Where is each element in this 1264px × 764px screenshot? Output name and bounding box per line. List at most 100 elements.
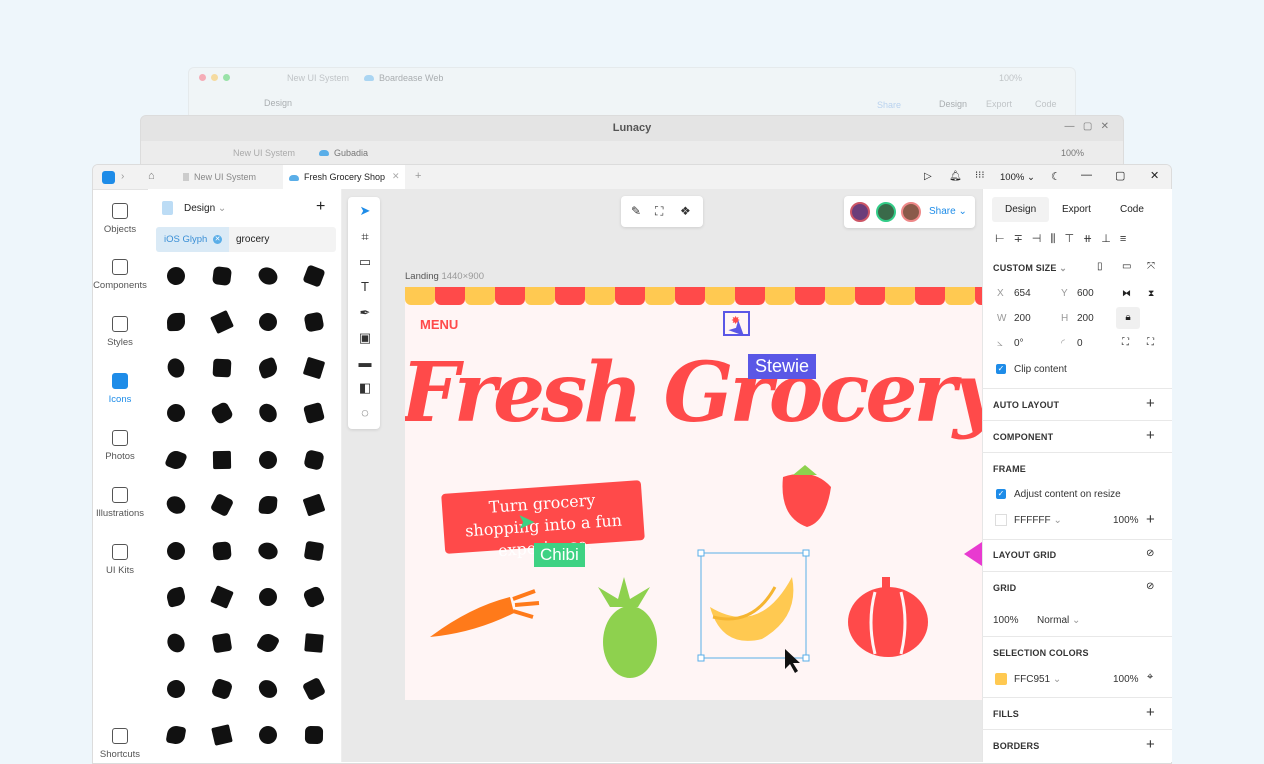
avatar[interactable] xyxy=(901,202,921,222)
target-icon[interactable]: ⌖ xyxy=(1147,671,1153,684)
rectangle-tool-icon[interactable]: ▭ xyxy=(357,254,373,270)
bug-icon[interactable] xyxy=(304,633,324,653)
sidebar-item-objects[interactable]: Objects xyxy=(92,203,148,235)
height-input[interactable]: 200 xyxy=(1077,313,1094,324)
grid-opacity[interactable]: 100% xyxy=(993,615,1019,626)
component-icon[interactable]: ❖ xyxy=(680,204,691,218)
maximize-button[interactable]: ▢ xyxy=(1115,169,1125,182)
zoom-select[interactable]: 100% ⌄ xyxy=(1000,172,1035,183)
components-tool-icon[interactable]: ◧ xyxy=(357,380,373,396)
radius-input[interactable]: 0 xyxy=(1077,338,1083,349)
image-tool-icon[interactable]: ▣ xyxy=(357,330,373,346)
frame-tool-icon[interactable]: ⌗ xyxy=(357,229,373,245)
add-auto-layout-button[interactable]: + xyxy=(1146,396,1155,411)
frame-label[interactable]: Landing 1440×900 xyxy=(405,271,484,282)
share-button[interactable]: Share ⌄ xyxy=(929,206,967,217)
align-toolbar[interactable]: ⊢∓⊣⫼⊤⧺⊥≡ xyxy=(995,232,1135,246)
pencil-icon[interactable]: ✎ xyxy=(631,204,641,218)
expand-icon[interactable]: ⛶ xyxy=(1122,337,1129,348)
pen-tool-icon[interactable]: ✒ xyxy=(357,305,373,321)
lock-ratio-icon[interactable]: 🔒︎ xyxy=(1116,307,1140,329)
icon-search-input[interactable]: iOS Glyph ✕ grocery xyxy=(156,227,336,252)
zoom-select[interactable]: 100% xyxy=(1061,148,1084,158)
rotation-input[interactable]: 0° xyxy=(1014,338,1024,349)
close-tab-icon[interactable]: ✕ xyxy=(392,171,400,182)
select-tool-icon[interactable]: ➤ xyxy=(357,203,373,219)
flip-horizontal-icon[interactable]: ⧓ xyxy=(1122,288,1131,299)
moon-icon[interactable]: ☾ xyxy=(1051,170,1061,183)
add-border-button[interactable]: + xyxy=(1146,737,1155,752)
frame-opacity[interactable]: 100% xyxy=(1113,515,1139,526)
text-tool-icon[interactable]: T xyxy=(357,279,373,295)
app-logo[interactable] xyxy=(102,171,115,184)
landscape-icon[interactable]: ▭ xyxy=(1122,261,1131,272)
cake-icon[interactable] xyxy=(211,632,233,654)
filter-chip[interactable]: iOS Glyph ✕ xyxy=(156,227,229,252)
selection-color-swatch[interactable] xyxy=(995,673,1007,685)
window-controls[interactable]: — ▢ ✕ xyxy=(1065,121,1110,132)
minimize-button[interactable]: — xyxy=(1081,169,1092,181)
bell-icon[interactable]: 🔔︎ xyxy=(949,171,962,182)
remove-filter-icon[interactable]: ✕ xyxy=(213,235,222,244)
zoom-select[interactable]: 100% xyxy=(999,73,1022,83)
cucumber-icon[interactable] xyxy=(303,540,325,562)
selection-color-opacity[interactable]: 100% xyxy=(1113,674,1139,685)
add-component-button[interactable]: + xyxy=(1146,428,1155,443)
fit-icon[interactable]: ⤧ xyxy=(1147,261,1155,272)
tab-export[interactable]: Export xyxy=(1062,204,1091,215)
sidebar-item-shortcuts[interactable]: Shortcuts xyxy=(92,728,148,760)
add-page-button[interactable]: + xyxy=(316,198,325,216)
portrait-icon[interactable]: ▯ xyxy=(1097,261,1103,272)
frame-fill-swatch[interactable] xyxy=(995,514,1007,526)
tab[interactable]: New UI System xyxy=(287,73,349,83)
star-anise-icon[interactable] xyxy=(259,588,277,606)
apps-grid-icon[interactable]: ⁝⁝⁝ xyxy=(975,170,985,181)
close-window-button[interactable]: ✕ xyxy=(1150,169,1159,182)
sidebar-item-photos[interactable]: Photos xyxy=(92,430,148,462)
corners-icon[interactable]: ⛶ xyxy=(1147,337,1154,348)
share-button[interactable]: Share xyxy=(877,100,901,110)
tab[interactable]: New UI System xyxy=(233,148,295,158)
selection-color-select[interactable]: FFC951 ⌄ xyxy=(1014,674,1061,685)
sidebar-item-styles[interactable]: Styles xyxy=(92,316,148,348)
input-tool-icon[interactable]: ▬ xyxy=(357,355,373,371)
tab[interactable]: Gubadia xyxy=(319,148,368,158)
tab-code[interactable]: Code xyxy=(1120,204,1144,215)
sidebar-item-icons[interactable]: Icons xyxy=(92,373,148,405)
cooking-pot-icon[interactable] xyxy=(212,358,232,378)
page-select[interactable]: Design xyxy=(264,98,292,108)
frame-fill-select[interactable]: FFFFFF ⌄ xyxy=(1014,515,1062,526)
crop-frame-icon[interactable]: ⛶ xyxy=(655,204,663,219)
eye-hidden-icon[interactable]: ⊘ xyxy=(1146,548,1154,559)
page-select[interactable]: Design ⌄ xyxy=(184,203,226,214)
avatar[interactable] xyxy=(876,202,896,222)
tab-design[interactable]: Design xyxy=(1005,204,1036,215)
flip-vertical-icon[interactable]: ⧗ xyxy=(1148,288,1154,299)
play-icon[interactable]: ▷ xyxy=(924,171,932,182)
add-frame-fill-button[interactable]: + xyxy=(1146,512,1155,527)
add-fill-button[interactable]: + xyxy=(1146,705,1155,720)
landing-frame[interactable]: MENU Fresh Grocery Shop Turn grocery sho… xyxy=(405,287,982,700)
x-input[interactable]: 654 xyxy=(1014,288,1031,299)
sidebar-item-illustrations[interactable]: Illustrations xyxy=(92,487,148,519)
blend-mode-select[interactable]: Normal ⌄ xyxy=(1037,615,1080,626)
tab-new-ui-system[interactable]: New UI System xyxy=(183,172,256,182)
calendar-icon[interactable] xyxy=(212,450,232,470)
adjust-content-checkbox[interactable]: ✓ xyxy=(996,489,1006,499)
books-icon[interactable] xyxy=(212,541,232,561)
tab-design[interactable]: Design xyxy=(939,99,967,109)
clip-content-checkbox[interactable]: ✓ xyxy=(996,364,1006,374)
apple-icon[interactable] xyxy=(304,725,324,745)
new-tab-button[interactable]: + xyxy=(415,170,421,182)
sidebar-item-ui-kits[interactable]: UI Kits xyxy=(92,544,148,576)
tab-fresh-grocery-shop[interactable]: Fresh Grocery Shop ✕ xyxy=(283,165,405,190)
sidebar-item-components[interactable]: Components xyxy=(92,259,148,291)
avatar[interactable] xyxy=(850,202,870,222)
y-input[interactable]: 600 xyxy=(1077,288,1094,299)
width-input[interactable]: 200 xyxy=(1014,313,1031,324)
tab-export[interactable]: Export xyxy=(986,99,1012,109)
pot-icon[interactable] xyxy=(211,265,233,287)
comment-tool-icon[interactable]: ◌ xyxy=(357,405,373,421)
tab[interactable]: Boardease Web xyxy=(364,73,443,83)
tab-code[interactable]: Code xyxy=(1035,99,1057,109)
